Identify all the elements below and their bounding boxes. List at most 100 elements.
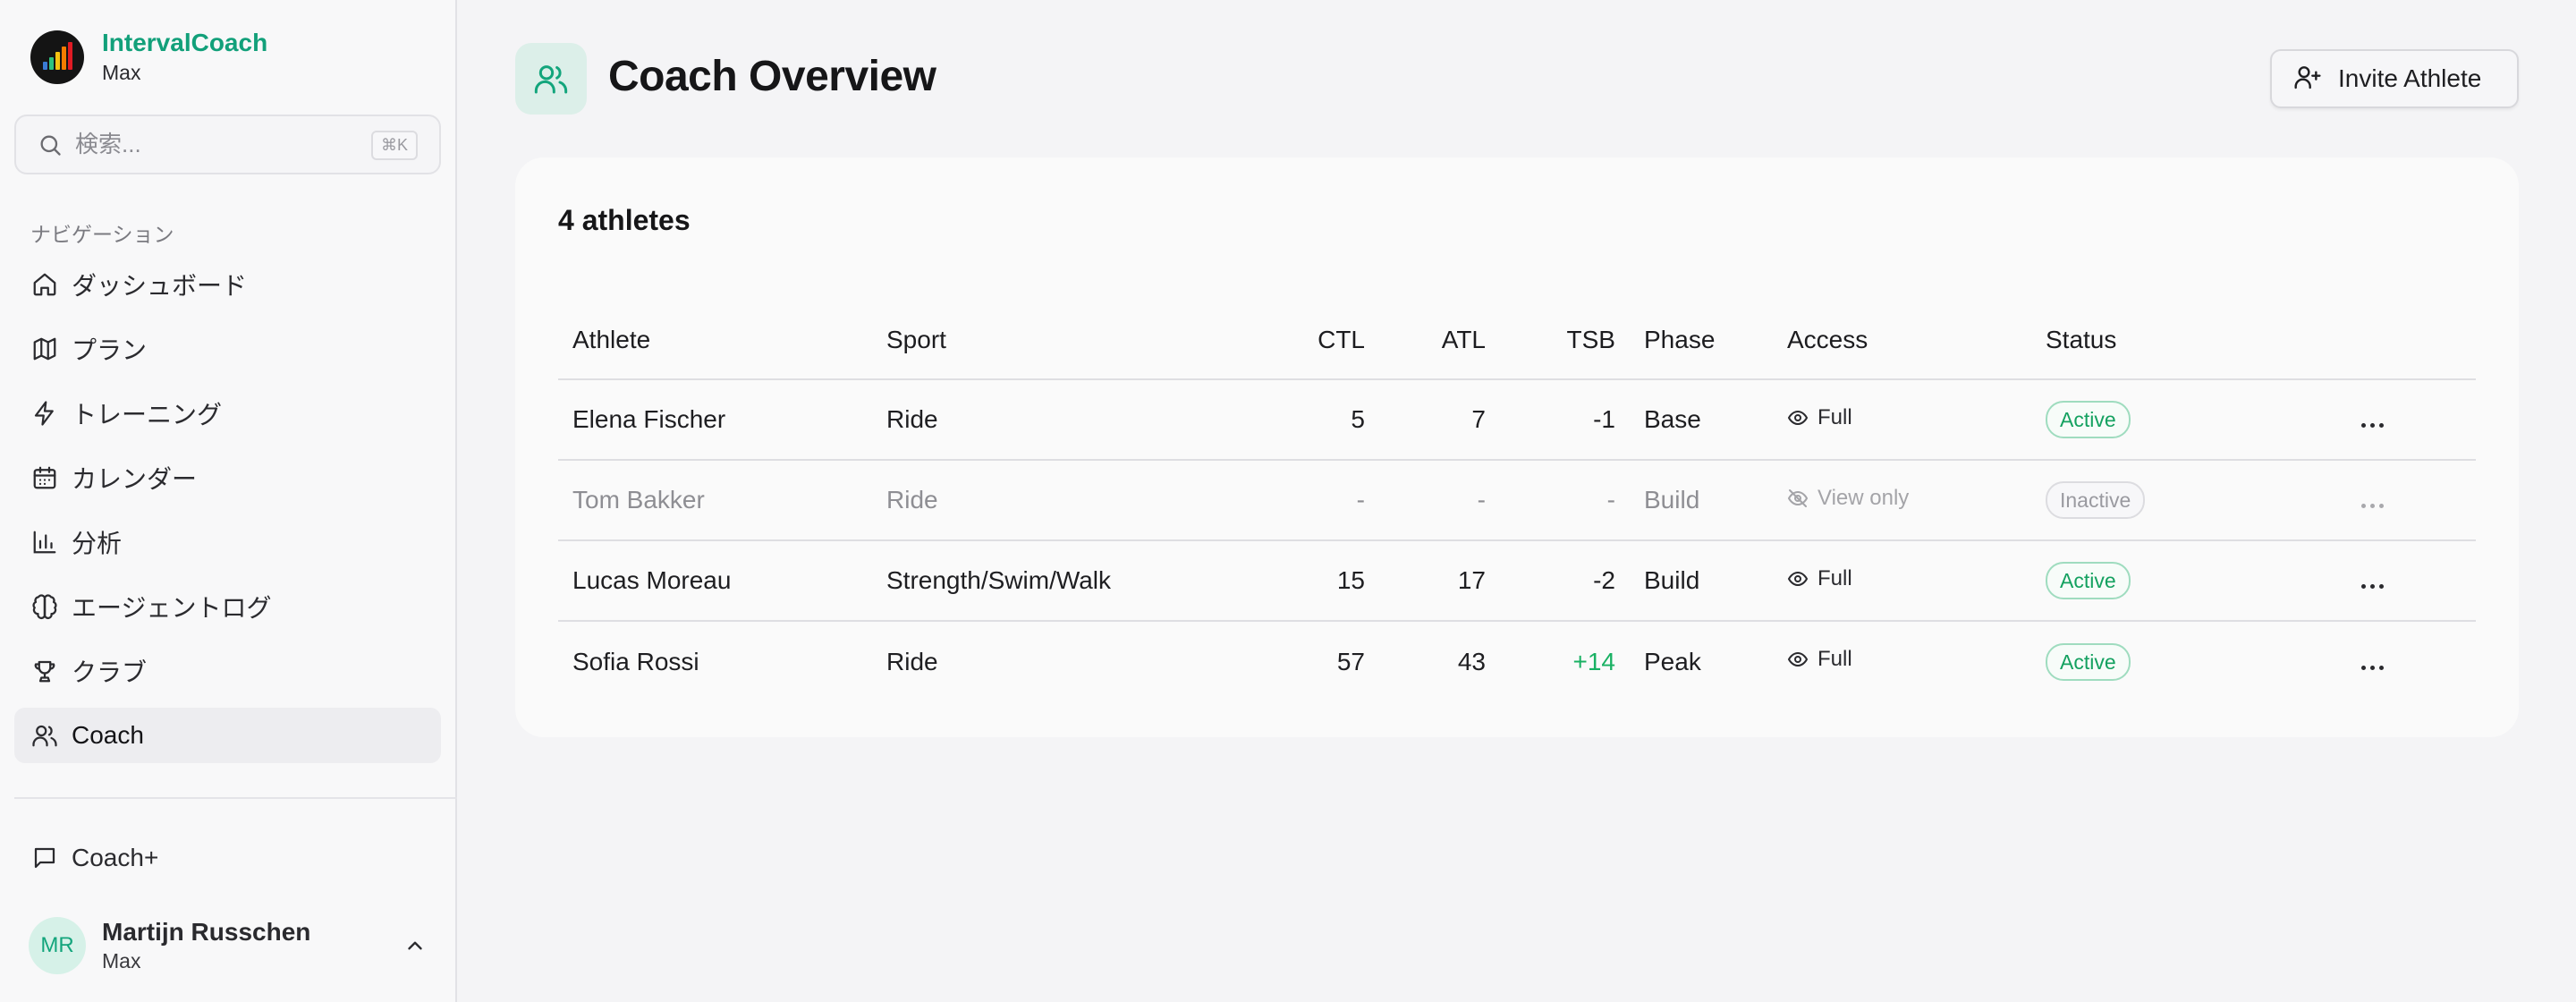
athlete-name[interactable]: Elena Fischer <box>558 379 886 461</box>
athlete-phase: Peak <box>1644 647 1701 675</box>
user-name: Martijn Russchen <box>102 918 311 946</box>
column-header-atl[interactable]: ATL <box>1365 293 1486 380</box>
row-actions-button[interactable] <box>2269 540 2476 622</box>
athlete-sport: Ride <box>886 379 1275 461</box>
athlete-atl: 17 <box>1365 540 1486 622</box>
users-icon <box>29 719 61 752</box>
more-horizontal-icon <box>2361 504 2384 508</box>
coach-plus-label: Coach+ <box>72 844 159 871</box>
search-shortcut: ⌘K <box>370 131 418 160</box>
athlete-name[interactable]: Lucas Moreau <box>558 540 886 622</box>
coach-plus-button[interactable]: Coach+ <box>14 830 441 886</box>
athletes-table: Athlete Sport CTL ATL TSB Phase Access S… <box>558 293 2476 701</box>
status-badge: Active <box>2046 562 2131 599</box>
search-box[interactable]: ⌘K <box>14 115 441 174</box>
sidebar-item-training[interactable]: トレーニング <box>14 386 441 441</box>
athlete-phase: Build <box>1615 540 1787 622</box>
user-plus-icon <box>2293 63 2322 96</box>
status-badge: Inactive <box>2046 481 2146 519</box>
sidebar-item-club[interactable]: クラブ <box>14 643 441 699</box>
column-header-tsb[interactable]: TSB <box>1486 293 1615 380</box>
calendar-icon <box>29 462 61 494</box>
eye-icon <box>1787 571 1809 586</box>
athlete-ctl: - <box>1275 460 1365 541</box>
sidebar-item-label: プラン <box>72 336 148 364</box>
table-row[interactable]: Sofia Rossi Ride 57 43 +14 Peak Full Act… <box>558 621 2476 701</box>
athlete-access: View only <box>1787 460 2046 541</box>
access-label: View only <box>1818 485 1910 510</box>
table-row[interactable]: Elena Fischer Ride 5 7 -1 Base Full Acti… <box>558 379 2476 461</box>
sidebar-item-dashboard[interactable]: ダッシュボード <box>14 257 441 312</box>
search-input[interactable] <box>75 131 361 158</box>
nav-heading: ナビゲーション <box>30 223 174 246</box>
athlete-status: Active <box>2046 540 2269 622</box>
athlete-ctl: 57 <box>1336 647 1365 675</box>
user-subtitle: Max <box>102 949 141 972</box>
athlete-tsb: -2 <box>1486 540 1615 622</box>
athlete-status: Active <box>2046 621 2269 701</box>
athlete-name[interactable]: Tom Bakker <box>558 460 886 541</box>
sidebar-item-coach[interactable]: Coach <box>14 708 441 763</box>
row-actions-button[interactable] <box>2269 379 2476 461</box>
athlete-tsb: - <box>1486 460 1615 541</box>
athlete-sport: Ride <box>886 647 938 675</box>
athletes-card: 4 athletes Athlete Sport CTL ATL TSB Pha… <box>515 157 2519 737</box>
search-icon <box>40 135 61 156</box>
athlete-name[interactable]: Sofia Rossi <box>558 621 886 701</box>
user-menu[interactable]: MR Martijn Russchen Max <box>29 916 441 975</box>
sidebar-item-label: エージェントログ <box>72 594 272 622</box>
sidebar-item-agent-log[interactable]: エージェントログ <box>14 579 441 634</box>
table-row[interactable]: Tom Bakker Ride - - - Build View only In… <box>558 460 2476 541</box>
column-header-access[interactable]: Access <box>1787 293 2046 380</box>
row-actions-button[interactable] <box>2269 460 2476 541</box>
invite-athlete-button[interactable]: Invite Athlete <box>2270 49 2519 108</box>
athlete-atl: 7 <box>1365 379 1486 461</box>
coach-header-icon <box>515 43 587 115</box>
sidebar-nav: ダッシュボード プラン トレーニング カレンダー 分析 エージェントログ クラブ… <box>14 257 441 772</box>
column-header-ctl[interactable]: CTL <box>1275 293 1365 380</box>
row-actions-button[interactable] <box>2269 621 2476 701</box>
column-header-status[interactable]: Status <box>2046 293 2269 380</box>
sidebar-item-label: ダッシュボード <box>72 272 248 300</box>
athlete-status: Inactive <box>2046 460 2269 541</box>
access-label: Full <box>1818 647 1852 671</box>
eye-off-icon <box>1787 488 1809 507</box>
trophy-icon <box>29 655 61 687</box>
table-row[interactable]: Lucas Moreau Strength/Swim/Walk 15 17 -2… <box>558 540 2476 622</box>
access-label: Full <box>1818 565 1852 590</box>
athlete-atl: - <box>1365 460 1486 541</box>
sidebar-item-label: Coach <box>72 721 144 749</box>
athlete-access: Full <box>1787 540 2046 622</box>
app-subtitle: Max <box>102 61 141 84</box>
app-name: IntervalCoach <box>102 29 268 56</box>
sidebar-item-plan[interactable]: プラン <box>14 321 441 377</box>
lightning-icon <box>29 397 61 429</box>
sidebar-item-analysis[interactable]: 分析 <box>14 514 441 570</box>
page-title: Coach Overview <box>608 53 936 100</box>
app-logo-icon <box>30 30 84 84</box>
access-label: Full <box>1818 404 1852 429</box>
sidebar-item-label: 分析 <box>72 530 123 557</box>
status-badge: Active <box>2046 401 2131 438</box>
brand[interactable]: IntervalCoach Max <box>30 29 267 86</box>
athlete-ctl: 15 <box>1275 540 1365 622</box>
column-header-sport[interactable]: Sport <box>886 293 1275 380</box>
sidebar-divider <box>14 797 457 799</box>
eye-icon <box>1787 651 1809 667</box>
message-icon <box>29 842 61 874</box>
column-header-athlete[interactable]: Athlete <box>558 293 886 380</box>
chevron-up-icon[interactable] <box>403 934 427 962</box>
column-header-phase[interactable]: Phase <box>1615 293 1787 380</box>
athlete-access: Full <box>1787 379 2046 461</box>
column-header-actions <box>2269 293 2476 380</box>
athlete-phase: Base <box>1615 379 1787 461</box>
athlete-sport: Strength/Swim/Walk <box>886 540 1275 622</box>
brain-icon <box>29 590 61 623</box>
sidebar-item-label: クラブ <box>72 658 148 686</box>
more-horizontal-icon <box>2361 423 2384 428</box>
athlete-sport: Ride <box>886 460 1275 541</box>
sidebar-item-calendar[interactable]: カレンダー <box>14 450 441 505</box>
home-icon <box>29 268 61 301</box>
athlete-status: Active <box>2046 379 2269 461</box>
athlete-phase: Build <box>1615 460 1787 541</box>
